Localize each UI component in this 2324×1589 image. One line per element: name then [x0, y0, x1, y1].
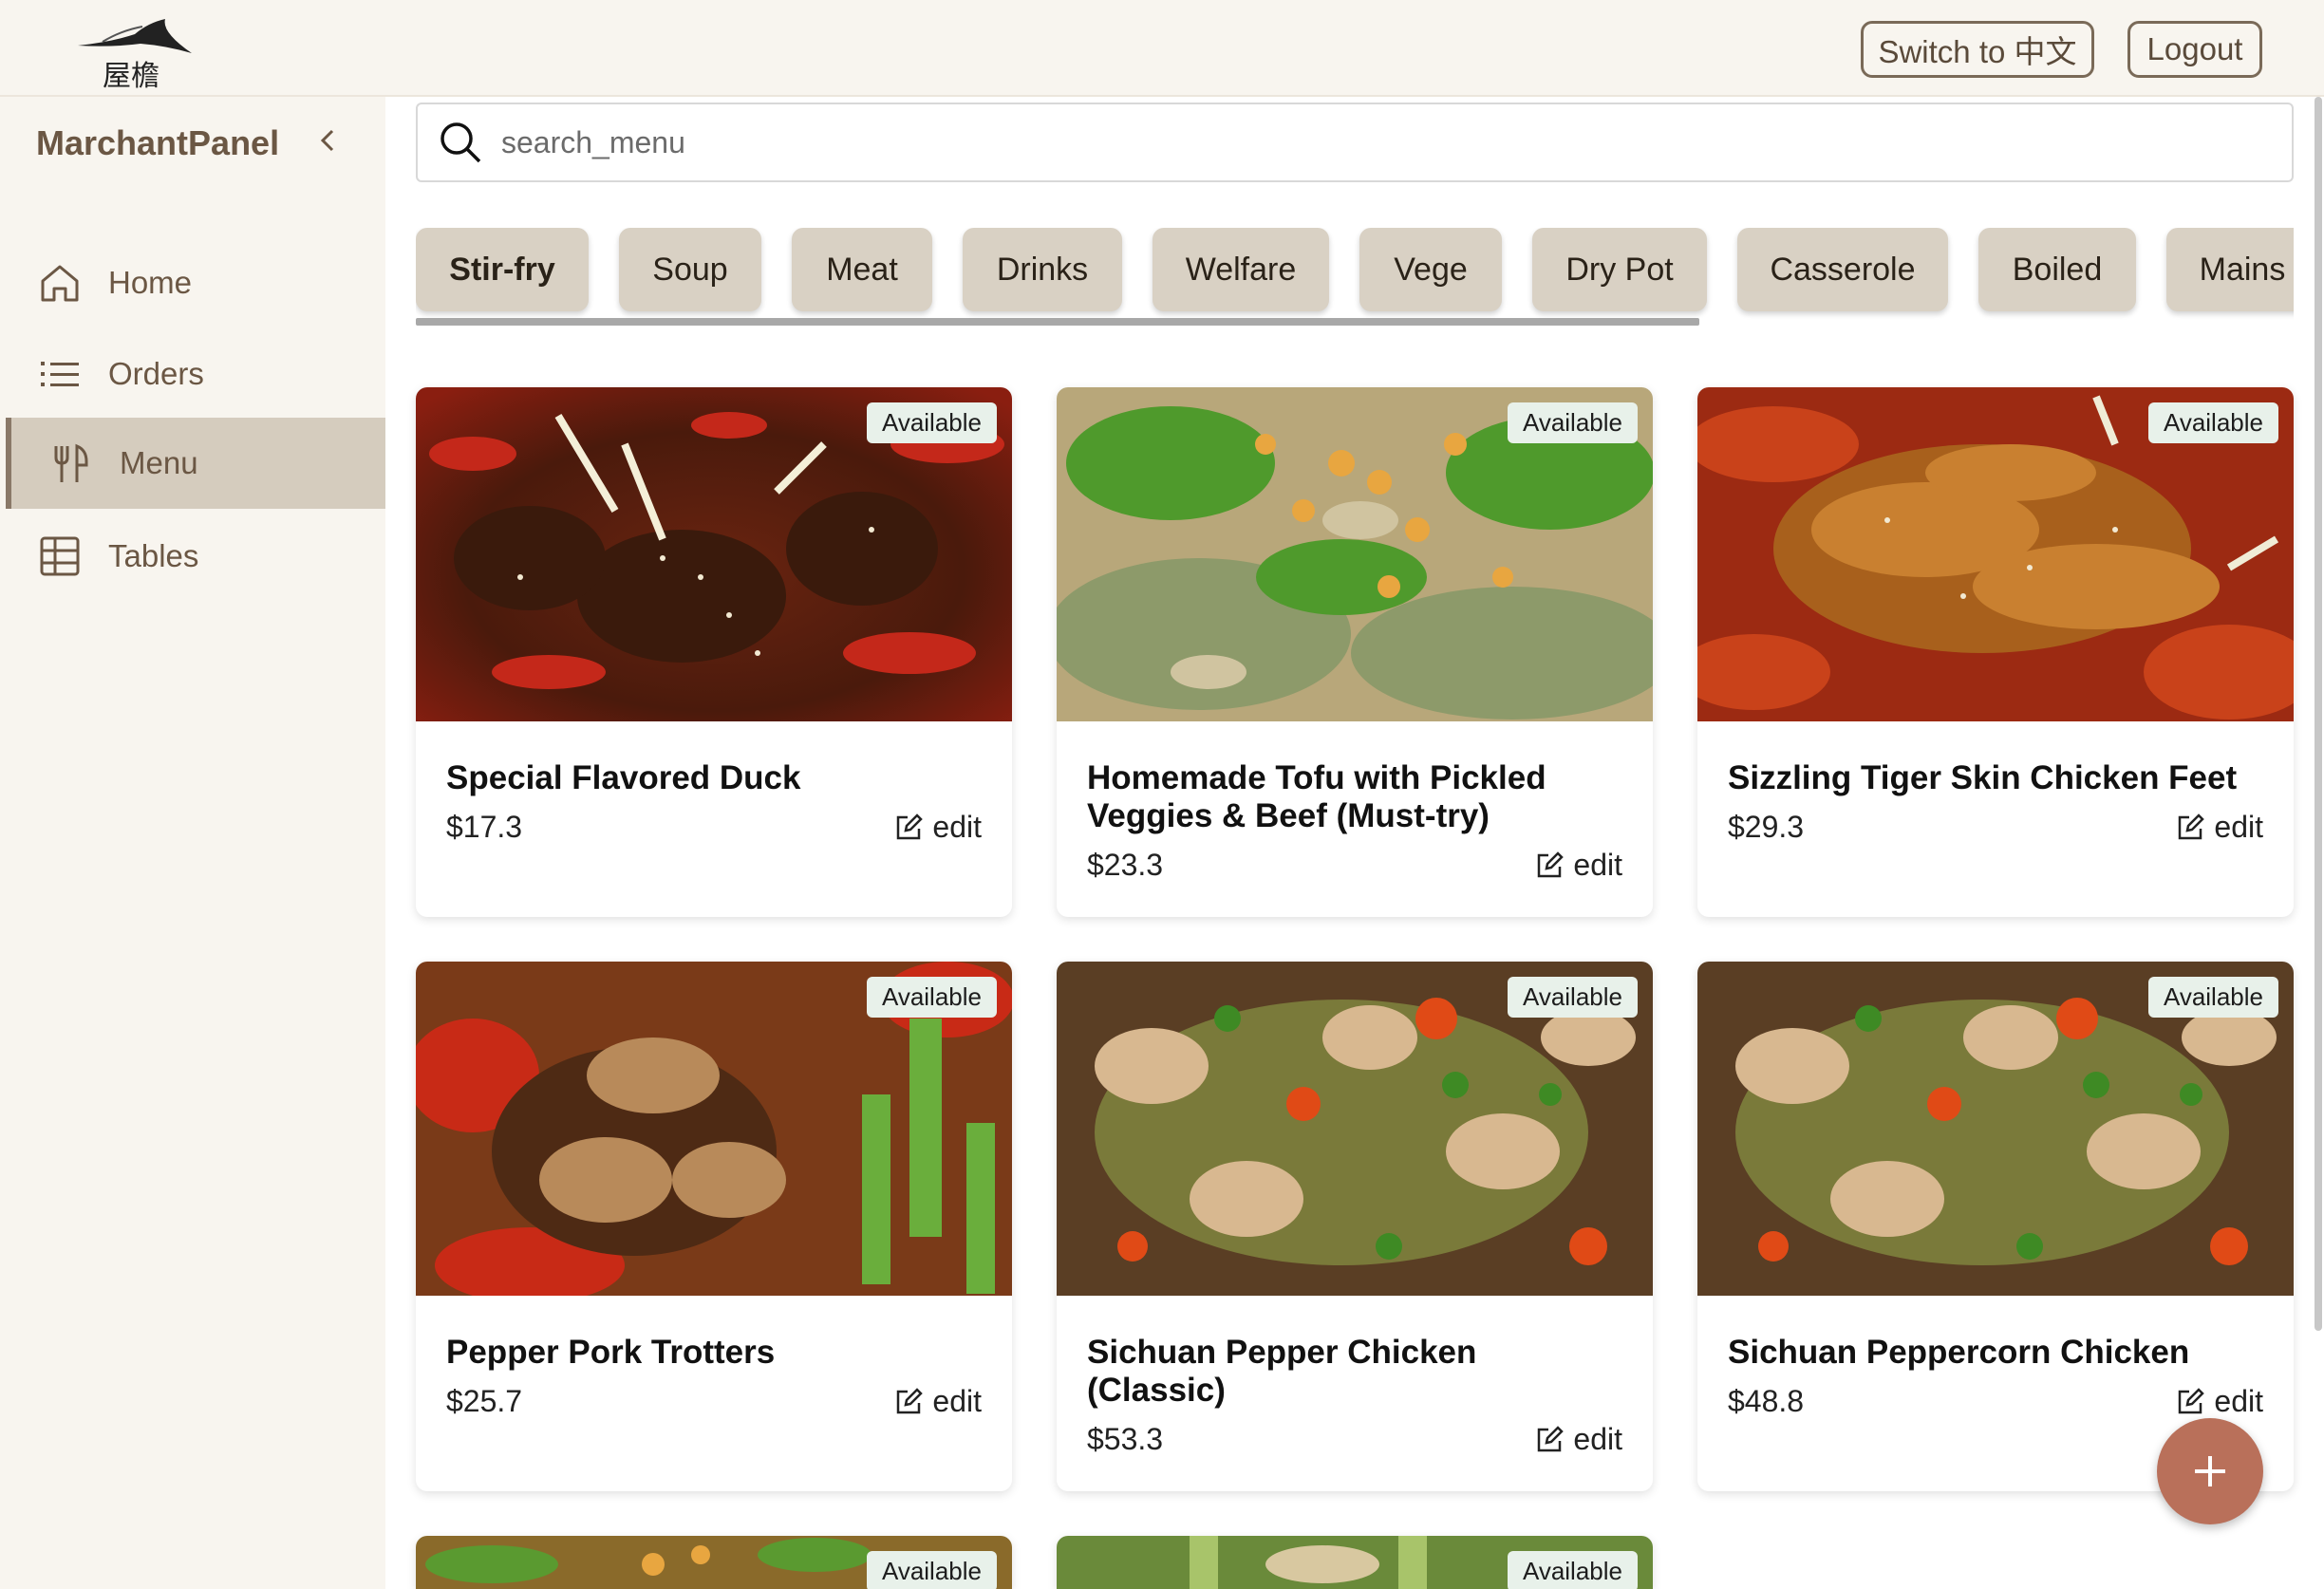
dish-name: Sichuan Peppercorn Chicken: [1728, 1334, 2190, 1371]
edit-icon: [2179, 813, 2205, 839]
edit-button[interactable]: edit: [894, 1384, 982, 1419]
edit-icon: [2179, 1387, 2205, 1413]
sidebar-item-tables[interactable]: Tables: [6, 511, 385, 602]
dish-price: $17.3: [446, 810, 523, 844]
category-tabs: Stir-fry Soup Meat Drinks Welfare Vege D…: [416, 228, 2294, 327]
sidebar-item-menu[interactable]: Menu: [6, 418, 385, 509]
home-icon: [38, 261, 82, 305]
sidebar-item-label: Home: [108, 265, 193, 300]
dish-price: $48.8: [1728, 1384, 1805, 1418]
category-scrollbar[interactable]: [416, 318, 1699, 326]
availability-badge: Available: [2147, 977, 2278, 1018]
sidebar-item-home[interactable]: Home: [6, 237, 385, 328]
edit-label: edit: [1573, 848, 1622, 882]
edit-button[interactable]: edit: [2176, 810, 2263, 845]
brand-title: MarchantPanel: [36, 123, 280, 162]
sidebar-item-label: Tables: [108, 538, 199, 573]
dish-price: $23.3: [1087, 848, 1164, 882]
edit-button[interactable]: edit: [1535, 1422, 1622, 1457]
tab-soup[interactable]: Soup: [619, 228, 761, 311]
availability-badge: Available: [866, 977, 997, 1018]
tab-boiled[interactable]: Boiled: [1978, 228, 2136, 311]
list-icon: [38, 352, 82, 396]
tab-drinks[interactable]: Drinks: [963, 228, 1122, 311]
edit-icon: [1538, 1425, 1565, 1451]
sidebar-item-label: Menu: [120, 445, 198, 480]
tab-welfare[interactable]: Welfare: [1153, 228, 1329, 311]
plus-icon: [2195, 1456, 2225, 1486]
dish-name: Homemade Tofu with Pickled Veggies & Bee…: [1087, 759, 1546, 834]
menu-card[interactable]: Available Special Flavored Duck $17.3 ed…: [416, 387, 1012, 917]
add-dish-button[interactable]: [2157, 1418, 2263, 1524]
dish-name: Special Flavored Duck: [446, 759, 801, 796]
dish-name: Sizzling Tiger Skin Chicken Feet: [1728, 759, 2238, 796]
menu-card[interactable]: Available Sizzling Tiger Skin Chicken Fe…: [1697, 387, 2294, 917]
sidebar-item-label: Orders: [108, 356, 204, 391]
collapse-sidebar-icon[interactable]: [315, 123, 338, 166]
tab-dry-pot[interactable]: Dry Pot: [1532, 228, 1707, 311]
search-bar: [416, 103, 2294, 182]
availability-badge: Available: [1507, 1551, 1638, 1589]
menu-card[interactable]: Available Sichuan Peppercorn Chicken $48…: [1697, 962, 2294, 1491]
menu-card[interactable]: Available: [1057, 1536, 1653, 1589]
dish-price: $25.7: [446, 1384, 523, 1418]
edit-label: edit: [932, 1384, 982, 1418]
switch-language-button[interactable]: Switch to 中文: [1861, 21, 2094, 78]
tab-meat[interactable]: Meat: [792, 228, 932, 311]
edit-icon: [897, 1387, 924, 1413]
menu-card[interactable]: Available Pepper Pork Trotters $25.7 edi…: [416, 962, 1012, 1491]
dish-name: Pepper Pork Trotters: [446, 1334, 776, 1371]
table-grid-icon: [38, 534, 82, 578]
edit-label: edit: [932, 810, 982, 844]
availability-badge: Available: [866, 1551, 997, 1589]
dish-price: $53.3: [1087, 1422, 1164, 1456]
fork-knife-icon: [49, 441, 93, 485]
search-input[interactable]: [501, 124, 2210, 160]
edit-label: edit: [2214, 810, 2263, 844]
logout-button[interactable]: Logout: [2127, 21, 2262, 78]
menu-card[interactable]: Available Homemade Tofu with Pickled Veg…: [1057, 387, 1653, 917]
edit-label: edit: [1573, 1422, 1622, 1456]
tab-casserole[interactable]: Casserole: [1737, 228, 1948, 311]
availability-badge: Available: [2147, 402, 2278, 443]
edit-button[interactable]: edit: [1535, 848, 1622, 883]
dish-name: Sichuan Pepper Chicken (Classic): [1087, 1334, 1477, 1409]
availability-badge: Available: [1507, 977, 1638, 1018]
top-bar: 屋檐 Switch to 中文 Logout: [0, 0, 2324, 97]
restaurant-logo: 屋檐: [78, 19, 192, 93]
page-scrollbar[interactable]: [2315, 97, 2322, 1331]
edit-icon: [1538, 851, 1565, 877]
search-icon: [440, 122, 481, 163]
availability-badge: Available: [1507, 402, 1638, 443]
menu-card[interactable]: Available Sichuan Pepper Chicken (Classi…: [1057, 962, 1653, 1491]
availability-badge: Available: [866, 402, 997, 443]
menu-card[interactable]: Available: [416, 1536, 1012, 1589]
edit-button[interactable]: edit: [2176, 1384, 2263, 1419]
tab-vege[interactable]: Vege: [1359, 228, 1502, 311]
tab-stir-fry[interactable]: Stir-fry: [416, 228, 589, 311]
edit-icon: [897, 813, 924, 839]
dish-price: $29.3: [1728, 810, 1805, 844]
edit-button[interactable]: edit: [894, 810, 982, 845]
tab-mains[interactable]: Mains: [2166, 228, 2294, 311]
svg-text:屋檐: 屋檐: [103, 60, 159, 93]
edit-label: edit: [2214, 1384, 2263, 1418]
sidebar-item-orders[interactable]: Orders: [6, 328, 385, 420]
